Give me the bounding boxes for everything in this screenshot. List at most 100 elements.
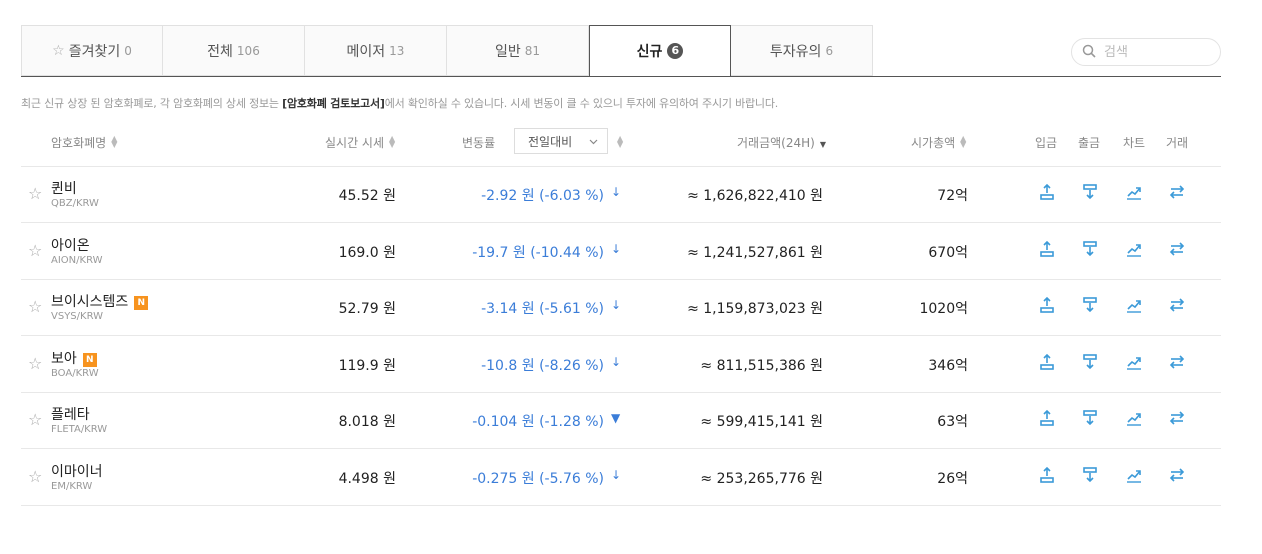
header-change-label: 변동률 [462,135,496,150]
tab-label: 투자유의 [769,43,822,60]
chart-icon[interactable] [1125,240,1143,258]
coin-name[interactable]: 퀸비 [51,181,77,197]
coin-market-cap: 670억 [928,244,968,261]
coin-name[interactable]: 이마이너 [51,464,103,480]
deposit-icon[interactable] [1038,466,1056,484]
tab-caution[interactable]: 투자유의 6 [731,25,873,76]
chart-icon[interactable] [1125,296,1143,314]
header-price-label: 실시간 시세 [325,135,385,150]
listing-notice: 최근 신규 상장 된 암호화폐로, 각 암호화폐의 상세 정보는 [암호화폐 검… [21,95,778,111]
trade-icon[interactable] [1168,409,1186,427]
down-arrow-icon: ↓ [611,241,622,256]
trade-icon[interactable] [1168,466,1186,484]
coin-market-cap: 26억 [937,470,968,487]
tab-count: 81 [524,43,541,58]
coin-market-cap: 72억 [937,188,968,204]
coin-volume: ≈ 1,241,527,861 원 [687,244,823,261]
table-row[interactable]: ☆ 퀸비 QBZ/KRW 45.52 원 -2.92 원 (-6.03 %) ↓… [21,166,1221,223]
star-outline-icon[interactable]: ☆ [28,410,42,429]
header-cap-label: 시가총액 [911,135,956,150]
header-price[interactable]: 실시간 시세 ▲ ▼ [325,128,395,156]
down-arrow-icon: ↓ [611,467,622,482]
withdraw-icon[interactable] [1081,296,1099,314]
tab-count: 106 [236,43,260,58]
header-name[interactable]: 암호화폐명 ▲ ▼ [51,128,117,156]
tab-new[interactable]: 신규 6 [589,25,731,76]
search-box [1071,38,1221,66]
coin-volume: ≈ 1,626,822,410 원 [687,188,823,204]
tab-count: 0 [124,43,132,58]
coin-pair: AION/KRW [51,254,103,266]
trade-icon[interactable] [1168,240,1186,258]
tab-general[interactable]: 일반 81 [447,25,589,76]
search-input[interactable] [1102,43,1206,61]
chart-icon[interactable] [1125,409,1143,427]
header-change-sort[interactable]: ▲ ▼ [612,128,623,156]
withdraw-icon[interactable] [1081,409,1099,427]
deposit-icon[interactable] [1038,296,1056,314]
notice-text-pre: 최근 신규 상장 된 암호화폐로, 각 암호화폐의 상세 정보는 [21,97,283,110]
chart-icon[interactable] [1125,466,1143,484]
coin-name[interactable]: 아이온 [51,238,90,254]
tab-all[interactable]: 전체 106 [163,25,305,76]
tab-major[interactable]: 메이저 13 [305,25,447,76]
coin-name[interactable]: 보아 [51,351,77,367]
withdraw-icon[interactable] [1081,183,1099,201]
new-badge: N [82,352,97,367]
table-row[interactable]: ☆ 보아 N BOA/KRW 119.9 원 -10.8 원 (-8.26 %) … [21,336,1221,393]
down-arrow-icon: ↓ [611,185,622,199]
coin-name[interactable]: 브이시스템즈 [51,294,128,310]
deposit-icon[interactable] [1038,240,1056,258]
sort-icon: ▲ ▼ [617,134,624,149]
coin-pair: FLETA/KRW [51,424,108,435]
review-report-link[interactable]: [암호화폐 검토보고서] [282,97,385,110]
table-row[interactable]: ☆ 플레타 FLETA/KRW 8.018 원 -0.104 원 (-1.28 … [21,392,1221,449]
coin-name-cell: 퀸비 [51,178,77,198]
star-outline-icon[interactable]: ☆ [28,467,42,486]
tab-label: 전체 [207,43,233,60]
coin-change: -2.92 원 (-6.03 %) [481,188,604,204]
coin-change: -19.7 원 (-10.44 %) [472,244,604,261]
deposit-icon[interactable] [1038,353,1056,371]
tab-label: 일반 [494,43,521,60]
coin-change: -0.275 원 (-5.76 %) [472,470,604,487]
coin-name[interactable]: 플레타 [51,407,90,423]
chart-icon[interactable] [1125,353,1143,371]
star-outline-icon[interactable]: ☆ [28,354,42,373]
tab-favorites[interactable]: ☆ 즐겨찾기 0 [21,25,163,76]
withdraw-icon[interactable] [1081,466,1099,484]
table-row[interactable]: ☆ 아이온 AION/KRW 169.0 원 -19.7 원 (-10.44 %… [21,223,1221,280]
coin-price: 169.0 원 [338,244,396,261]
coin-price: 119.9 원 [338,357,396,374]
coin-change: -0.104 원 (-1.28 %) [472,414,604,430]
table-row[interactable]: ☆ 이마이너 EM/KRW 4.498 원 -0.275 원 (-5.76 %)… [21,449,1221,506]
star-outline-icon[interactable]: ☆ [28,184,42,203]
search-icon [1082,43,1096,62]
withdraw-icon[interactable] [1081,240,1099,258]
star-outline-icon[interactable]: ☆ [28,297,42,316]
trade-icon[interactable] [1168,353,1186,371]
star-outline-icon[interactable]: ☆ [28,241,42,260]
trade-icon[interactable] [1168,296,1186,314]
coin-change: -10.8 원 (-8.26 %) [481,357,604,374]
header-volume[interactable]: 거래금액(24H) ▼ [737,128,826,156]
coin-price: 4.498 원 [338,470,396,487]
change-basis-select[interactable]: 전일대비 [514,128,608,154]
header-volume-label: 거래금액(24H) [737,135,815,150]
down-arrow-icon: ↓ [611,354,622,369]
table-row[interactable]: ☆ 브이시스템즈 N VSYS/KRW 52.79 원 -3.14 원 (-5.6… [21,279,1221,336]
chart-icon[interactable] [1125,183,1143,201]
deposit-icon[interactable] [1038,183,1056,201]
withdraw-icon[interactable] [1081,353,1099,371]
coin-name-cell: 이마이너 [51,461,103,481]
coin-pair: QBZ/KRW [51,198,99,209]
tab-underline [21,76,1221,77]
new-badge: N [134,296,149,310]
header-cap[interactable]: 시가총액 ▲ ▼ [911,128,966,156]
coin-volume: ≈ 1,159,873,023 원 [687,301,823,317]
coin-volume: ≈ 811,515,386 원 [700,357,823,374]
tab-count: 6 [825,43,834,58]
trade-icon[interactable] [1168,183,1186,201]
coin-price: 52.79 원 [338,301,396,317]
deposit-icon[interactable] [1038,409,1056,427]
